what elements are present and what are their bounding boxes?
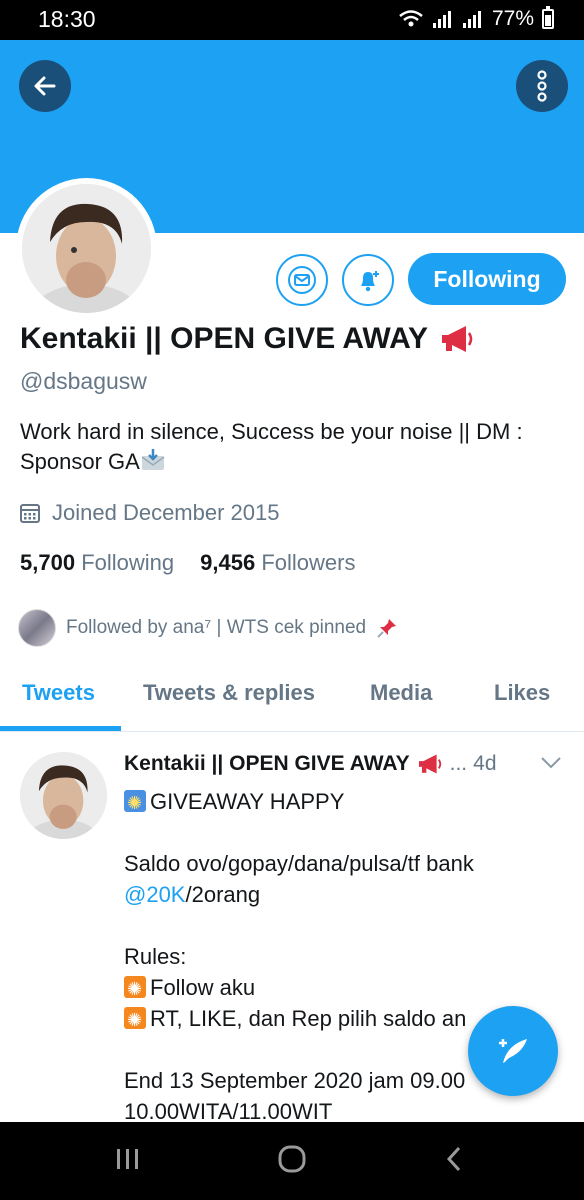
more-vertical-icon xyxy=(537,70,547,102)
tab-tweets[interactable]: Tweets xyxy=(22,680,95,706)
tweet-line-4: Rules: xyxy=(124,944,187,969)
star-emoji-icon xyxy=(124,974,146,1003)
pin-icon xyxy=(377,619,397,638)
compose-feather-icon xyxy=(499,1039,527,1063)
back-button[interactable] xyxy=(19,60,71,112)
profile-bio: Work hard in silence, Success be your no… xyxy=(20,417,575,480)
profile-avatar[interactable] xyxy=(16,178,157,319)
tab-media[interactable]: Media xyxy=(370,680,432,706)
joined-text: Joined December 2015 xyxy=(52,500,280,525)
tweet-time: 4d xyxy=(473,752,497,775)
profile-name: Kentakii || OPEN GIVE AWAY xyxy=(20,322,476,356)
follow-stats: 5,700 Following 9,456 Followers xyxy=(20,550,355,576)
chevron-down-icon[interactable] xyxy=(540,756,562,770)
following-count: 5,700 xyxy=(20,550,76,575)
sparkle-emoji-icon xyxy=(124,788,146,817)
tweet-line-5: Follow aku xyxy=(150,975,256,1000)
avatar-photo xyxy=(22,184,151,313)
following-stat[interactable]: 5,700 Following xyxy=(20,550,174,576)
profile-tabs: Tweets Tweets & replies Media Likes xyxy=(0,662,584,732)
home-icon[interactable] xyxy=(277,1144,307,1174)
signal-icon-2 xyxy=(462,11,481,28)
megaphone-icon xyxy=(442,326,473,352)
tweet-line-2: Saldo ovo/gopay/dana/pulsa/tf bank xyxy=(124,851,474,876)
signal-icon xyxy=(432,11,451,28)
android-nav-bar xyxy=(0,1122,584,1200)
tweet-author[interactable]: Kentakii || OPEN GIVE AWAY xyxy=(124,752,410,776)
status-icons: 77% xyxy=(398,6,554,31)
battery-icon xyxy=(542,6,554,29)
followed-by-text: Followed by ana⁷ | WTS cek pinned xyxy=(66,617,367,638)
calendar-icon xyxy=(20,504,40,523)
wifi-icon xyxy=(399,10,423,27)
profile-name-text: Kentakii || OPEN GIVE AWAY xyxy=(20,322,429,355)
status-bar: 18:30 77% xyxy=(0,0,584,40)
active-tab-indicator xyxy=(0,726,121,731)
tweet-ellipsis: ... xyxy=(449,752,468,775)
joined-date: Joined December 2015 xyxy=(20,500,279,526)
compose-tweet-button[interactable] xyxy=(468,1006,558,1096)
megaphone-icon xyxy=(418,754,441,774)
following-button[interactable]: Following xyxy=(408,253,566,305)
following-label: Following xyxy=(81,550,175,575)
tweet-avatar[interactable] xyxy=(20,752,107,839)
recents-icon[interactable] xyxy=(115,1144,141,1174)
tweet-line-6: RT, LIKE, dan Rep pilih saldo an xyxy=(150,1006,467,1031)
status-time: 18:30 xyxy=(38,6,96,32)
follower-avatar xyxy=(18,609,56,647)
bio-text: Work hard in silence, Success be your no… xyxy=(20,419,523,474)
more-options-button[interactable] xyxy=(516,60,568,112)
tweet-header: Kentakii || OPEN GIVE AWAY ... 4d xyxy=(124,752,497,776)
battery-percent: 77% xyxy=(491,7,534,30)
followed-by[interactable]: Followed by ana⁷ | WTS cek pinned xyxy=(18,609,398,647)
back-arrow-icon xyxy=(34,76,56,96)
mention-link[interactable]: @20K xyxy=(124,882,185,907)
message-button[interactable] xyxy=(276,254,328,306)
envelope-emoji-icon xyxy=(140,448,166,480)
tweet-line-3: /2orang xyxy=(185,882,261,907)
notifications-button[interactable] xyxy=(342,254,394,306)
tab-tweets-replies[interactable]: Tweets & replies xyxy=(143,680,315,706)
followers-count: 9,456 xyxy=(200,550,256,575)
mail-icon xyxy=(288,266,316,294)
profile-handle: @dsbagusw xyxy=(20,368,147,394)
followers-stat[interactable]: 9,456 Followers xyxy=(200,550,355,576)
bell-plus-icon xyxy=(361,271,379,292)
tab-likes[interactable]: Likes xyxy=(494,680,550,706)
back-icon[interactable] xyxy=(444,1144,464,1174)
tweet-line-1: GIVEAWAY HAPPY xyxy=(150,789,345,814)
followers-label: Followers xyxy=(261,550,356,575)
star-emoji-icon xyxy=(124,1005,146,1034)
